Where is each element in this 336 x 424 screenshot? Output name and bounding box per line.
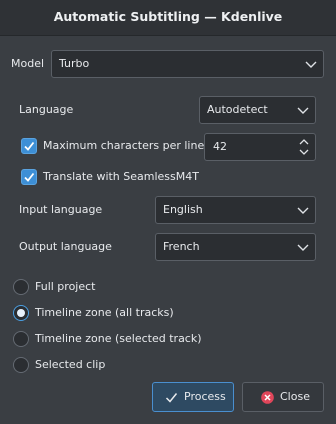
checkmark-icon (24, 172, 35, 182)
chevron-down-icon (305, 61, 317, 68)
input-language-value: English (163, 203, 203, 216)
close-button[interactable]: Close (242, 382, 324, 412)
radio-full-project-label: Full project (35, 280, 96, 293)
input-language-combobox[interactable]: English (155, 196, 316, 224)
chevron-down-icon (297, 244, 309, 251)
translate-label: Translate with SeamlessM4T (43, 170, 199, 183)
max-chars-checkbox[interactable] (21, 138, 37, 154)
radio-selected-clip-label: Selected clip (35, 358, 106, 371)
radio-full-project[interactable] (13, 279, 29, 295)
radio-timeline-selected-track[interactable] (13, 331, 29, 347)
max-chars-spinbox[interactable]: 42 (204, 133, 316, 161)
output-language-label: Output language (19, 240, 112, 253)
window-title: Automatic Subtitling — Kdenlive (53, 9, 283, 24)
model-label: Model (11, 57, 45, 70)
checkmark-icon (24, 141, 35, 151)
radio-timeline-selected-track-label: Timeline zone (selected track) (35, 332, 202, 345)
radio-timeline-all-tracks[interactable] (13, 305, 29, 321)
translate-checkbox[interactable] (21, 169, 37, 185)
chevron-down-icon (297, 107, 309, 114)
close-button-label: Close (280, 390, 310, 403)
max-chars-label: Maximum characters per line (43, 139, 205, 152)
input-language-label: Input language (19, 203, 103, 216)
checkmark-icon (165, 393, 178, 403)
process-button-label: Process (184, 390, 226, 403)
output-language-combobox[interactable]: French (155, 233, 316, 261)
process-button[interactable]: Process (152, 382, 234, 412)
output-language-value: French (163, 240, 200, 253)
radio-timeline-all-tracks-label: Timeline zone (all tracks) (35, 306, 174, 319)
title-bar: Automatic Subtitling — Kdenlive (0, 0, 336, 36)
model-value: Turbo (59, 57, 90, 70)
language-label: Language (19, 103, 74, 116)
language-combobox[interactable]: Autodetect (199, 96, 316, 124)
model-combobox[interactable]: Turbo (51, 50, 324, 78)
chevron-down-icon (297, 207, 309, 214)
max-chars-value: 42 (213, 140, 227, 153)
close-icon (261, 391, 274, 404)
spin-arrows-icon[interactable] (298, 137, 310, 157)
language-value: Autodetect (207, 103, 268, 116)
radio-selected-clip[interactable] (13, 357, 29, 373)
